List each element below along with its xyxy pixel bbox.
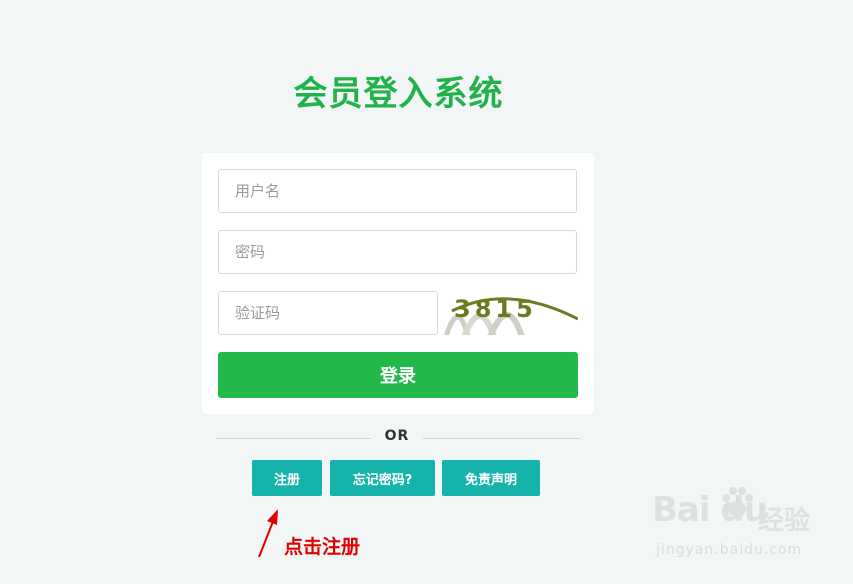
disclaimer-button[interactable]: 免责声明 [442, 460, 540, 496]
captcha-text: 3815 [454, 295, 537, 323]
captcha-input[interactable] [218, 291, 438, 335]
captcha-image[interactable]: 3815 [438, 291, 578, 335]
login-button[interactable]: 登录 [218, 352, 578, 398]
password-input[interactable] [218, 230, 577, 274]
forgot-password-button[interactable]: 忘记密码? [330, 460, 435, 496]
divider-left [216, 438, 371, 439]
watermark-cn: 经验 [758, 506, 811, 536]
divider-right [423, 438, 580, 439]
paw-icon [722, 487, 753, 517]
page-title: 会员登入系统 [293, 74, 504, 114]
username-input[interactable] [218, 169, 577, 213]
watermark: Bai du 经验 jingyan.baidu.com [652, 487, 812, 568]
watermark-url: jingyan.baidu.com [656, 542, 803, 558]
register-button[interactable]: 注册 [252, 460, 322, 496]
captcha-graphic: 3815 [444, 295, 578, 335]
divider-label: OR [384, 428, 410, 444]
login-card: 3815 登录 [202, 153, 594, 414]
arrow-icon [258, 509, 278, 558]
annotation-text: 点击注册 [284, 536, 361, 558]
